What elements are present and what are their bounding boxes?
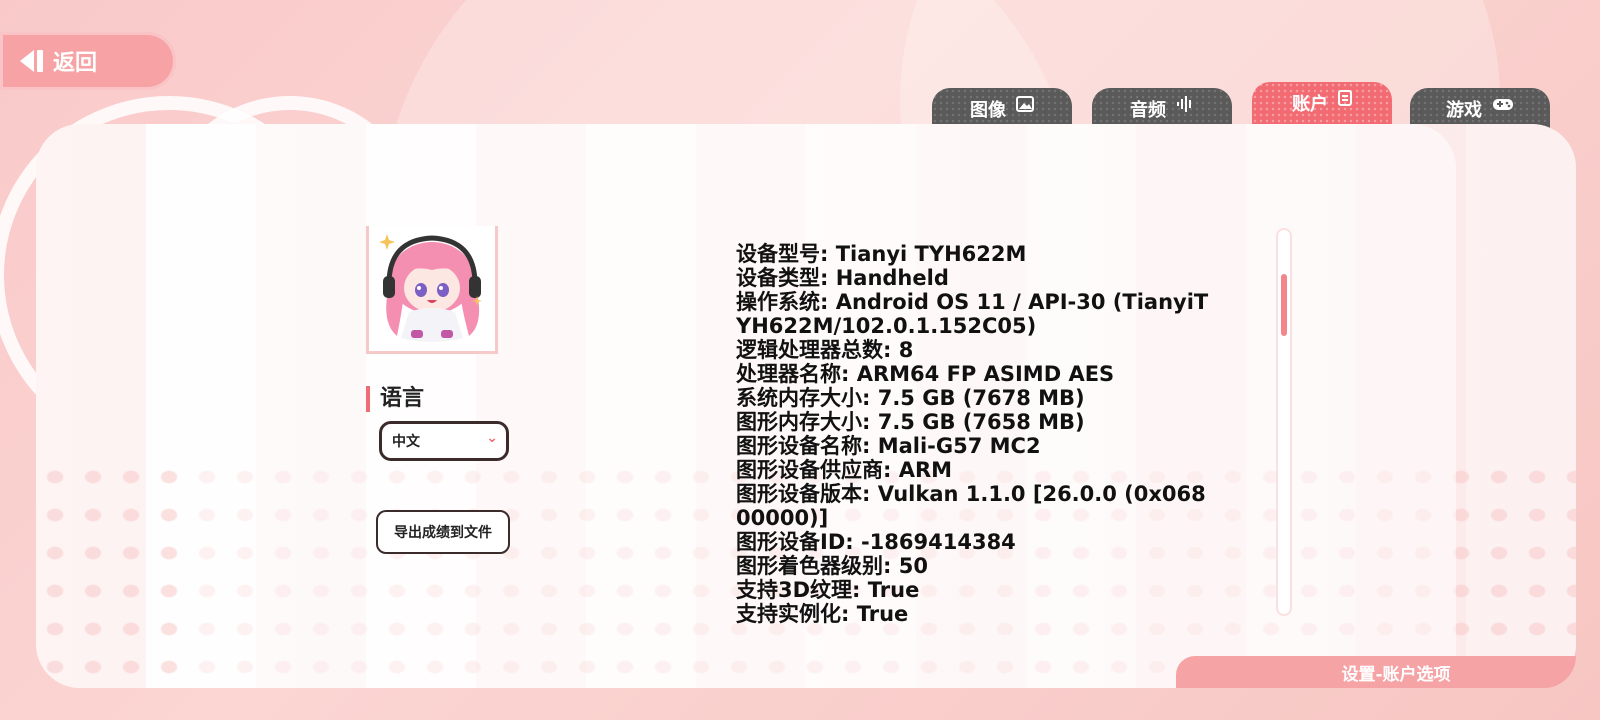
- scrollbar-thumb[interactable]: [1281, 274, 1287, 336]
- language-select[interactable]: 中文 ⌄: [379, 421, 509, 461]
- gamepad-icon: [1492, 96, 1514, 116]
- device-info-line: 支持3D纹理: True: [736, 578, 920, 602]
- device-info-line: 图形设备供应商: ARM: [736, 458, 953, 482]
- footer-section-label: 设置-账户选项: [1176, 656, 1576, 688]
- image-icon: [1016, 96, 1034, 116]
- tab-account-label: 账户: [1292, 94, 1328, 115]
- device-info-line: 图形设备ID: -1869414384: [736, 530, 1016, 554]
- back-button[interactable]: 返回: [0, 32, 176, 90]
- tab-audio-label: 音频: [1130, 100, 1166, 121]
- avatar: [366, 226, 498, 354]
- tab-game-label: 游戏: [1446, 100, 1482, 121]
- account-icon: [1338, 90, 1352, 110]
- audio-icon: [1176, 96, 1194, 116]
- language-section-title: 语言: [366, 386, 424, 412]
- device-info-line: 操作系统: Android OS 11 / API-30 (TianyiTYH6…: [736, 290, 1209, 338]
- device-info-line: 图形设备名称: Mali-G57 MC2: [736, 434, 1041, 458]
- back-icon: [20, 50, 43, 72]
- chevron-down-icon: ⌄: [486, 430, 498, 446]
- export-scores-button[interactable]: 导出成绩到文件: [376, 510, 510, 554]
- device-info-list: 设备型号: Tianyi TYH622M 设备类型: Handheld 操作系统…: [736, 242, 1216, 626]
- device-info-line: 设备类型: Handheld: [736, 266, 949, 290]
- device-info-line: 处理器名称: ARM64 FP ASIMD AES: [736, 362, 1115, 386]
- back-label: 返回: [53, 51, 98, 76]
- device-info-line: 设备型号: Tianyi TYH622M: [736, 242, 1027, 266]
- tab-account[interactable]: 账户: [1252, 82, 1392, 128]
- device-info-line: 图形设备版本: Vulkan 1.1.0 [26.0.0 (0x06800000…: [736, 482, 1206, 530]
- info-scrollbar[interactable]: [1276, 228, 1292, 616]
- device-info-line: 逻辑处理器总数: 8: [736, 338, 914, 362]
- device-info-line: 支持实例化: True: [736, 602, 909, 626]
- language-select-value: 中文: [392, 434, 420, 450]
- device-info-line: 图形内存大小: 7.5 GB (7658 MB): [736, 410, 1085, 434]
- device-info-line: 图形着色器级别: 50: [736, 554, 928, 578]
- device-info-line: 系统内存大小: 7.5 GB (7678 MB): [736, 386, 1085, 410]
- tab-image-label: 图像: [970, 100, 1006, 121]
